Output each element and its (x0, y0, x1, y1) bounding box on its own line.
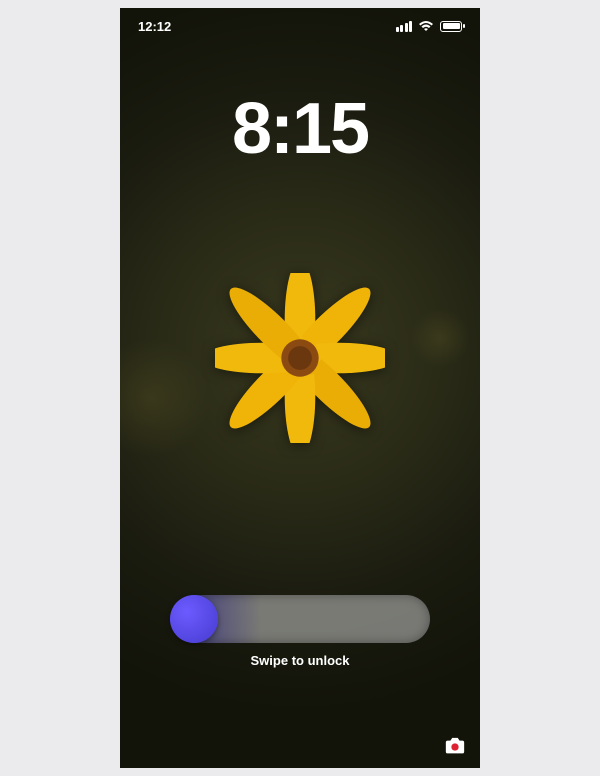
status-time: 12:12 (138, 19, 171, 34)
unlock-slider-label: Swipe to unlock (170, 653, 430, 668)
unlock-slider[interactable] (170, 595, 430, 643)
battery-icon (440, 21, 462, 32)
lock-screen: 12:12 8:15 Swipe to unlock (120, 8, 480, 768)
lock-clock: 8:15 (120, 88, 480, 170)
bokeh-light (410, 308, 470, 368)
status-bar: 12:12 (120, 8, 480, 44)
status-icons (396, 20, 463, 32)
camera-icon (444, 736, 466, 754)
wifi-icon (418, 20, 434, 32)
flower-graphic (215, 273, 385, 443)
bokeh-light (120, 338, 210, 458)
unlock-slider-wrap: Swipe to unlock (170, 595, 430, 668)
unlock-slider-knob[interactable] (170, 595, 218, 643)
cellular-signal-icon (396, 21, 413, 32)
camera-shortcut[interactable] (444, 736, 466, 754)
